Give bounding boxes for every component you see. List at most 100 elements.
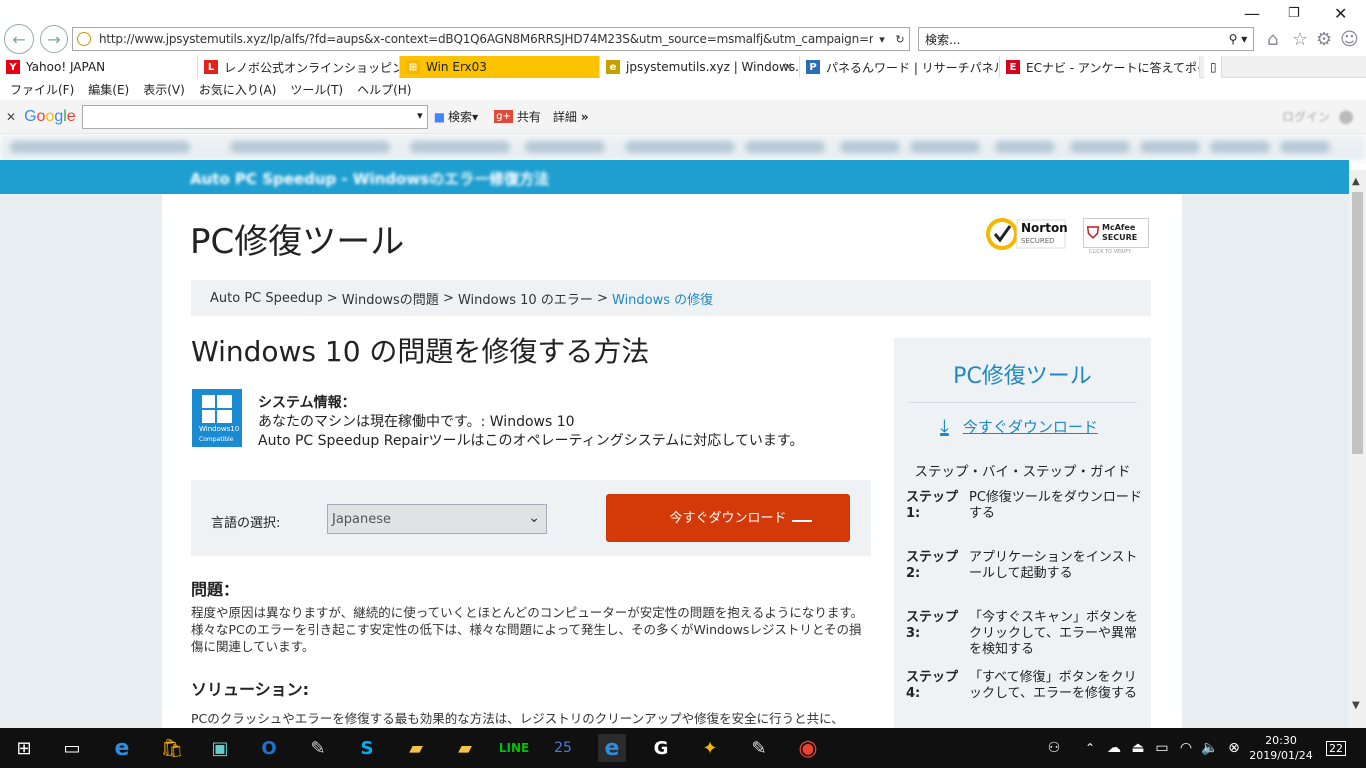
browser-tab[interactable]: e jpsystemutils.xyz | Windows... ✕ xyxy=(600,56,800,78)
menu-item[interactable]: 表示(V) xyxy=(143,81,185,98)
task-view-icon[interactable]: ▭ xyxy=(58,734,86,762)
calendar-day: 25 xyxy=(554,740,572,756)
browser-tab[interactable]: Y Yahoo! JAPAN xyxy=(0,56,198,78)
close-tab-icon[interactable]: ✕ xyxy=(783,60,793,74)
language-panel: 言語の選択: Japanese ⌄ 今すぐダウンロード xyxy=(191,480,871,556)
address-bar[interactable]: http://www.jpsystemutils.xyz/lp/alfs/?fd… xyxy=(72,27,910,51)
tab-label: ECナビ - アンケートに答えてポイント... xyxy=(1026,60,1199,75)
browser-tab[interactable]: ⊞ Win Erx03 xyxy=(400,56,600,78)
menu-item[interactable]: ファイル(F) xyxy=(10,81,74,98)
store-icon[interactable]: 🛍 xyxy=(158,734,186,762)
scroll-up-icon[interactable]: ▲ xyxy=(1352,176,1360,187)
vertical-scrollbar[interactable]: ▲ ▼ xyxy=(1349,170,1366,730)
sidebar: PC修復ツール ⤓ 今すぐダウンロード ステップ・バイ・ステップ・ガイド ステップ… xyxy=(894,338,1151,728)
menu-item[interactable]: ツール(T) xyxy=(290,81,343,98)
banner-text: Auto PC Speedup - Windowsのエラー修復方法 xyxy=(190,170,550,188)
back-button[interactable]: ← xyxy=(4,24,34,54)
close-icon[interactable]: ✕ xyxy=(1334,4,1347,23)
browser-tab[interactable]: L レノボ公式オンラインショッピング｜... xyxy=(198,56,400,78)
ie-icon[interactable]: e xyxy=(598,734,626,762)
restore-icon[interactable]: ❐ xyxy=(1288,6,1300,21)
browser-tab[interactable]: E ECナビ - アンケートに答えてポイント... xyxy=(1000,56,1200,78)
tab-favicon-icon: L xyxy=(204,60,218,74)
google-app-icon[interactable]: G xyxy=(647,734,675,762)
more-chevron-icon[interactable]: » xyxy=(581,110,589,124)
url-text: http://www.jpsystemutils.xyz/lp/alfs/?fd… xyxy=(99,32,873,46)
solution-text: PCのクラッシュやエラーを修復する最も効果的な方法は、レジストリのクリーンアップ… xyxy=(191,711,844,726)
login-link[interactable]: ログイン xyxy=(1282,108,1330,125)
paint-palette-icon[interactable]: ✎ xyxy=(745,734,773,762)
menu-item[interactable]: 編集(E) xyxy=(88,81,129,98)
norton-seal[interactable]: Norton SECURED xyxy=(986,216,1068,252)
edge-icon[interactable]: e xyxy=(108,734,136,762)
breadcrumb-item[interactable]: Windows 10 のエラー xyxy=(458,289,593,308)
calendar-icon[interactable]: 25 xyxy=(549,734,577,762)
scroll-thumb[interactable] xyxy=(1352,192,1363,454)
sidebar-title: PC修復ツール xyxy=(953,364,1092,389)
google-search-button[interactable]: ■ 検索 ▾ xyxy=(434,108,478,125)
new-tab-button[interactable]: ▯ xyxy=(1204,56,1222,78)
language-select[interactable]: Japanese ⌄ xyxy=(327,504,547,534)
gplus-icon: g+ xyxy=(494,110,513,123)
photos-icon[interactable]: ✦ xyxy=(696,734,724,762)
detail-button[interactable]: 詳細 xyxy=(553,108,577,125)
paint-icon[interactable]: ✎ xyxy=(304,734,332,762)
site-favicon-icon xyxy=(77,32,91,46)
menu-item[interactable]: お気に入り(A) xyxy=(199,81,277,98)
people-icon[interactable]: ⚇ xyxy=(1040,734,1068,762)
share-label: 共有 xyxy=(516,110,541,124)
sysinfo-line: Auto PC Speedup Repairツールはこのオペレーティングシステム… xyxy=(258,433,804,449)
clock[interactable]: 20:30 2019/01/24 xyxy=(1246,733,1316,763)
home-icon[interactable]: ⌂ xyxy=(1267,29,1278,50)
dropdown-icon[interactable]: ▾ xyxy=(873,33,891,46)
main-heading: Windows 10 の問題を修復する方法 xyxy=(191,335,650,368)
line-icon[interactable]: LINE xyxy=(499,734,529,762)
step-text: PC修復ツールをダウンロードする xyxy=(969,490,1142,521)
file-explorer-icon[interactable]: ▰ xyxy=(402,734,430,762)
gear-icon[interactable]: ⚙ xyxy=(1316,29,1332,50)
language-label: 言語の選択: xyxy=(211,516,281,531)
browser-chrome: ← → http://www.jpsystemutils.xyz/lp/alfs… xyxy=(0,0,1366,56)
search-box[interactable]: 検索... ⚲ ▾ xyxy=(918,27,1254,51)
google-search-label: 検索 xyxy=(448,110,473,124)
win-badge-label: Windows10 xyxy=(199,425,240,433)
close-toolbar-icon[interactable]: ✕ xyxy=(6,110,16,124)
user-avatar-icon[interactable]: ● xyxy=(1338,106,1354,127)
taskbar: ⊞ ▭ e 🛍 ▣ O ✎ S ▰ ▰ LINE 25 e G ✦ ✎ ◉ ⚇ … xyxy=(0,728,1366,768)
minimize-icon[interactable]: — xyxy=(1244,4,1260,23)
ime-icon[interactable]: ⊗ xyxy=(1220,734,1248,762)
breadcrumb-item[interactable]: Windowsの問題 xyxy=(342,289,439,308)
start-windows-icon[interactable]: ⊞ xyxy=(10,734,38,762)
step-number: ステップ 2: xyxy=(906,550,959,581)
app-icon[interactable]: ▣ xyxy=(206,734,234,762)
chrome-icon[interactable]: ◉ xyxy=(794,734,822,762)
notification-icon[interactable]: 22 xyxy=(1322,734,1350,762)
norton-label: Norton xyxy=(1021,221,1068,235)
guide-title: ステップ・バイ・ステップ・ガイド xyxy=(914,464,1131,480)
scroll-down-icon[interactable]: ▼ xyxy=(1352,700,1360,711)
tab-favicon-icon: ⊞ xyxy=(406,60,420,74)
forward-button[interactable]: → xyxy=(40,25,68,53)
sidebar-download-link[interactable]: ⤓ 今すぐダウンロード xyxy=(940,414,1098,438)
refresh-icon[interactable]: ↻ xyxy=(891,33,909,46)
norton-sub-label: SECURED xyxy=(1021,237,1055,245)
breadcrumb-item[interactable]: Auto PC Speedup xyxy=(210,291,323,306)
tab-label: レノボ公式オンラインショッピング｜... xyxy=(224,60,400,75)
mcafee-seal[interactable]: ⛉ McAfee SECURE CLICK TO VERIFY xyxy=(1083,218,1149,258)
folder-search-icon[interactable]: ▰ xyxy=(451,734,479,762)
divider xyxy=(908,402,1137,403)
outlook-icon[interactable]: O xyxy=(255,734,283,762)
search-icon[interactable]: ⚲ ▾ xyxy=(1223,32,1253,46)
google-search-input[interactable]: ▾ xyxy=(81,104,428,129)
smiley-icon[interactable]: ☺ xyxy=(1340,29,1359,50)
download-button[interactable]: 今すぐダウンロード xyxy=(606,494,850,542)
chevron-down-icon: ⌄ xyxy=(528,510,540,526)
step-text: 「今すぐスキャン」ボタンをクリックして、エラーや異常を検知する xyxy=(969,610,1139,657)
skype-icon[interactable]: S xyxy=(353,734,381,762)
favorites-star-icon[interactable]: ☆ xyxy=(1292,29,1308,50)
share-button[interactable]: g+ 共有 xyxy=(494,108,541,125)
browser-tab[interactable]: P パネるんワード | リサーチパネル xyxy=(800,56,1000,78)
google-icon: ■ xyxy=(433,109,446,124)
menu-item[interactable]: ヘルプ(H) xyxy=(357,81,411,98)
step-number: ステップ 1: xyxy=(906,490,959,521)
